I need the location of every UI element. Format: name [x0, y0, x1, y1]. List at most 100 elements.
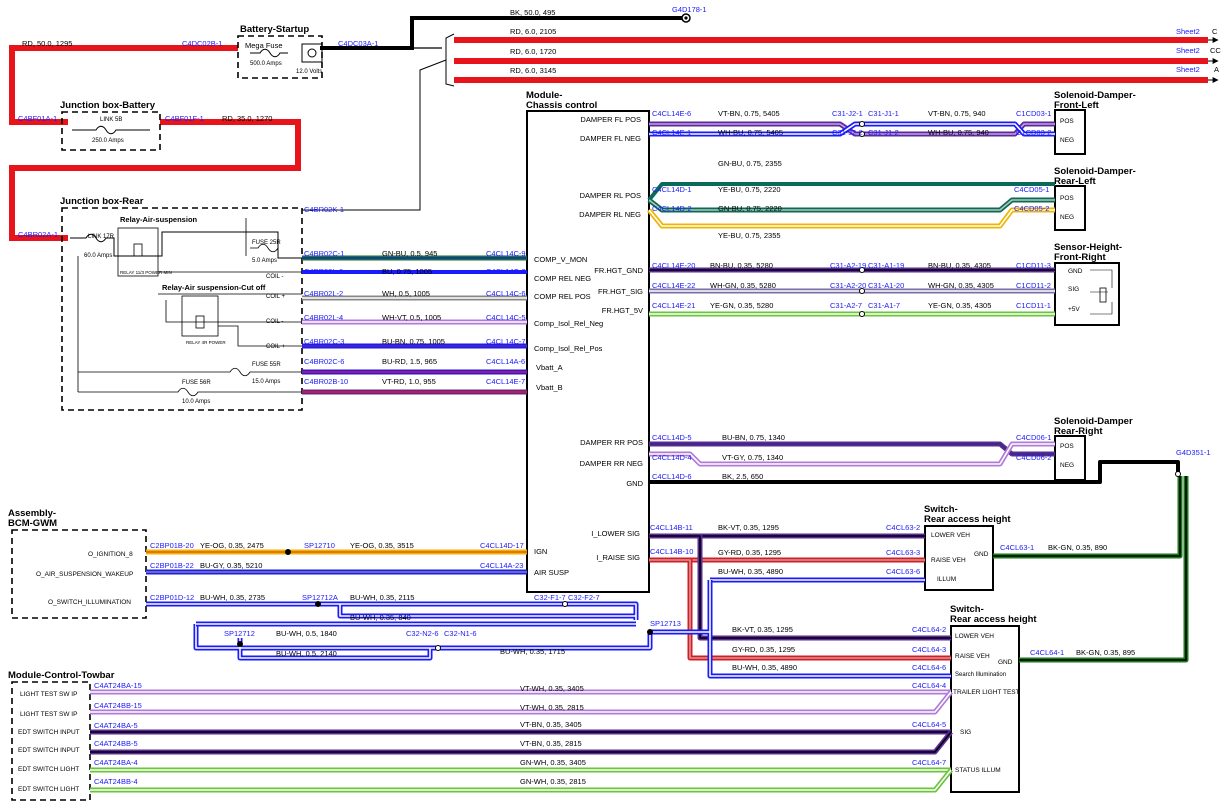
wire-label-52: GN-WH, 0.35, 2815	[520, 777, 586, 786]
battery-startup: Battery-Startup Mega Fuse 500.0 Amps 12.…	[237, 24, 323, 79]
wire-label-40: BU-WH, 0.5, 1840	[276, 629, 337, 638]
sensor-pin-3: +5V	[1068, 306, 1080, 313]
wire-label-48: VT-WH, 0.35, 2815	[520, 703, 584, 712]
relay1-sub: RELAY 11/3 POWER MIN	[120, 270, 172, 275]
connector-1: C4DC03A-1	[338, 39, 378, 48]
wire-label-36: BU-GY, 0.35, 5210	[200, 561, 262, 570]
connector-79: C4AT24BA-5	[94, 721, 138, 730]
wire-damper-rl-gnbu	[647, 182, 1055, 202]
towbar-title: Module-Control-Towbar	[8, 670, 115, 681]
sw2-pin-5: SIG	[960, 729, 971, 736]
jb-rear-link-rating: 60.0 Amps	[84, 253, 112, 259]
connector-81: C4AT24BA-4	[94, 758, 138, 767]
wire-label-28: VT-GY, 0.75, 1340	[722, 453, 783, 462]
connector-14: C4CL14C-9	[486, 249, 526, 258]
wire-label-35: YE-OG, 0.35, 3515	[350, 541, 414, 550]
connector-65: SP12713	[650, 619, 681, 628]
wire-label-33: BK-GN, 0.35, 890	[1048, 543, 1107, 552]
connector-34: C4CL14E-22	[652, 281, 695, 290]
connector-75: C4CL64-5	[912, 720, 946, 729]
connector-11: C4BR02C-3	[304, 337, 344, 346]
module-pin-7: COMP_V_MON	[534, 255, 587, 264]
wire-sw2-gnd-stripe	[1019, 476, 1187, 661]
wire-label-38: BU-WH, 0.35, 2115	[350, 593, 414, 602]
fuse25-rating: 5.0 Amps	[252, 258, 277, 264]
module-pin-0: DAMPER FL POS	[580, 115, 641, 124]
connector-18: C4CL14C-7	[486, 337, 526, 346]
wire-label-7: BU, 0.75, 1005	[382, 267, 432, 276]
wire-damper-rr-pos	[649, 441, 1055, 457]
wire-label-22: BN-BU, 0.35, 4305	[928, 261, 991, 270]
fuse56-rating: 10.0 Amps	[182, 399, 210, 405]
wire-label-5: RD, 35.0, 1270	[222, 114, 272, 123]
module-pin-13: Vbatt_B	[536, 383, 563, 392]
connector-82: C4AT24BB-4	[94, 777, 138, 786]
connector-42: C1CD11-3	[1016, 261, 1051, 270]
connector-25: C31-J2-2	[832, 128, 863, 137]
wire-label-2: RD, 6.0, 2105	[510, 27, 556, 36]
sw1-gnd: GND	[974, 551, 989, 558]
sd-rr-pin-1: POS	[1060, 443, 1074, 450]
connector-70: C4CL64-2	[912, 625, 946, 634]
sw2-pin-3: Search Illumination	[955, 672, 1006, 678]
towbar-pin-3: EDT SWITCH INPUT	[18, 729, 80, 736]
wire-label-23: WH-GN, 0.35, 5280	[710, 281, 776, 290]
connector-12: C4BR02C-6	[304, 357, 344, 366]
connector-2: G4D178-1	[672, 5, 707, 14]
connector-62: SP12710	[304, 541, 335, 550]
module-pin-17: I_LOWER SIG	[591, 529, 640, 538]
sensor-pin-1: GND	[1068, 268, 1083, 275]
connector-53: C4CL63-2	[886, 523, 920, 532]
connector-76: C4CL64-7	[912, 758, 946, 767]
connector-50: G4D351-1	[1176, 448, 1211, 457]
sheet-ref-0: Sheet2	[1176, 27, 1200, 36]
sw2-pin-6: STATUS ILLUM	[955, 767, 1001, 774]
sw1-pin-1: LOWER VEH	[931, 532, 970, 539]
towbar-pin-1: LIGHT TEST SW IP	[20, 691, 77, 698]
wire-label-26: YE-GN, 0.35, 4305	[928, 301, 991, 310]
connector-56: C4CL63-1	[1000, 543, 1034, 552]
connector-45: C4CL14D-5	[652, 433, 692, 442]
module-title-2: Chassis control	[526, 100, 597, 111]
connector-22: C4CL14E-1	[652, 128, 691, 137]
connector-32: C4CD05-2	[1014, 204, 1049, 213]
wire-label-37: BU-WH, 0.35, 2735	[200, 593, 265, 602]
sw2-pin-2: RAISE VEH	[955, 653, 990, 660]
connector-33: C4CL14E-20	[652, 261, 695, 270]
wire-label-25: YE-GN, 0.35, 5280	[710, 301, 773, 310]
module-pin-9: COMP REL POS	[534, 292, 591, 301]
junction-box-battery: Junction box-Battery LINK 5B 250.0 Amps	[60, 100, 161, 151]
jb-rear-link: LINK 17R	[88, 234, 115, 240]
splice-dot	[647, 629, 653, 635]
wire-label-4: RD, 6.0, 3145	[510, 66, 556, 75]
wire-illum-2	[650, 580, 951, 679]
sw1-pin-3: ILLUM	[937, 576, 956, 583]
connector-0: C4DC02B-1	[182, 39, 222, 48]
junction-box-rear: Junction box-Rear LINK 17R 60.0 Amps Rel…	[60, 196, 303, 411]
bcm-pin-2: O_AIR_SUSPENSION_WAKEUP	[36, 571, 133, 578]
connector-61: C4CL14A-23	[480, 561, 523, 570]
connector-74: C4CL64-4	[912, 681, 946, 690]
connector-64: SP12712	[224, 629, 255, 638]
connector-4: C4BF01F-1	[165, 114, 204, 123]
module-pin-12: Vbatt_A	[536, 363, 563, 372]
connector-69: C32-N1-6	[444, 629, 477, 638]
module-pin-10: Comp_Isol_Rel_Neg	[534, 319, 603, 328]
jb-battery-title: Junction box-Battery	[60, 100, 156, 111]
wire-label-12: VT-RD, 1.0, 955	[382, 377, 436, 386]
wire-label-15: WH-BU, 0.75, 5405	[718, 128, 783, 137]
connector-27: C1CD03-1	[1016, 109, 1051, 118]
module-pin-1: DAMPER FL NEG	[580, 134, 641, 143]
connector-16: C4CL14C-6	[486, 289, 526, 298]
wire-label-46: BK-GN, 0.35, 895	[1076, 648, 1135, 657]
sd-fl-pin-2: NEG	[1060, 137, 1074, 144]
connector-71: C4CL64-3	[912, 645, 946, 654]
inline-connector	[1175, 471, 1181, 477]
sd-rl-pin-1: POS	[1060, 195, 1074, 202]
module-pin-20: AIR SUSP	[534, 568, 569, 577]
connector-37: C31-A1-19	[868, 261, 904, 270]
wire-label-9: WH-VT, 0.5, 1005	[382, 313, 441, 322]
chassis-control-module: Module- Chassis control	[526, 90, 650, 593]
module-pin-19: IGN	[534, 547, 547, 556]
wire-label-50: VT-BN, 0.35, 2815	[520, 739, 582, 748]
